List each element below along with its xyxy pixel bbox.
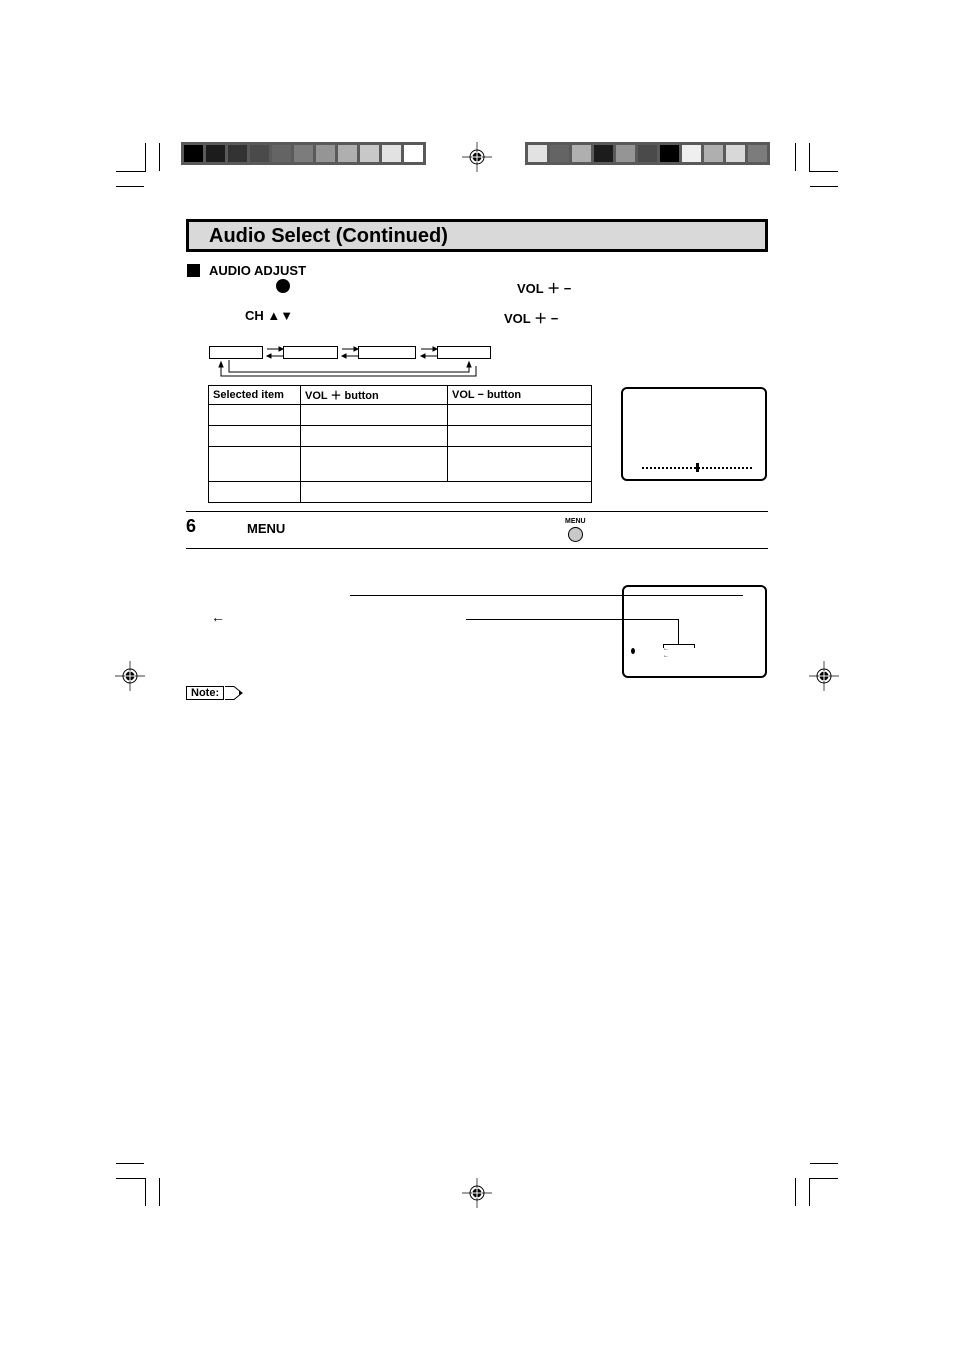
crop-mark	[810, 186, 838, 187]
color-swatch	[550, 145, 569, 162]
button-dot-icon	[276, 279, 290, 293]
color-swatch	[528, 145, 547, 162]
color-swatch	[338, 145, 357, 162]
crop-mark	[809, 1178, 810, 1206]
crop-mark	[795, 143, 796, 171]
color-swatch	[250, 145, 269, 162]
callout-bracket	[663, 644, 664, 648]
table-cell	[447, 446, 592, 482]
color-swatch	[316, 145, 335, 162]
crop-mark	[810, 1163, 838, 1164]
table-row	[208, 404, 592, 426]
note-label-text: Note:	[191, 687, 220, 699]
note-pointer-icon	[225, 686, 243, 700]
crop-mark	[795, 1178, 796, 1206]
vol-buttons-label: VOL ＋ −	[504, 311, 559, 326]
callout-line	[350, 595, 743, 596]
callout-bracket	[694, 644, 695, 648]
step-number: 6	[186, 516, 197, 536]
table-cell	[447, 425, 592, 447]
color-swatch	[572, 145, 591, 162]
menu-button-caption: MENU	[565, 518, 586, 525]
table-cell	[300, 404, 448, 426]
color-swatch	[360, 145, 379, 162]
color-swatch	[726, 145, 745, 162]
page-title-bar: Audio Select (Continued)	[186, 219, 768, 252]
color-swatch	[594, 145, 613, 162]
crop-mark	[159, 143, 160, 171]
arrow-icon: ←	[211, 609, 225, 625]
crop-mark	[809, 143, 810, 171]
table-cell	[300, 481, 592, 503]
menu-button-icon	[568, 527, 583, 542]
callout-bracket	[663, 644, 695, 645]
color-swatch	[638, 145, 657, 162]
cursor-dot-icon	[631, 648, 635, 654]
divider	[186, 511, 768, 512]
color-swatch	[660, 145, 679, 162]
crop-mark	[159, 1178, 160, 1206]
crop-mark	[145, 1178, 146, 1206]
note-label: Note:	[186, 686, 225, 700]
crop-mark	[145, 143, 146, 171]
table-row	[208, 425, 592, 447]
color-swatch	[294, 145, 313, 162]
color-swatch	[748, 145, 767, 162]
section-heading: AUDIO ADJUST	[209, 263, 307, 278]
arrow-icon: ←	[663, 653, 669, 659]
color-swatch	[616, 145, 635, 162]
table-header-row: Selected item VOL ＋ button VOL − button	[208, 385, 592, 405]
color-swatch	[206, 145, 225, 162]
color-calibration-bar-right	[525, 142, 770, 165]
crop-mark	[116, 1178, 146, 1179]
color-swatch	[704, 145, 723, 162]
divider	[186, 548, 768, 549]
callout-line	[678, 619, 679, 644]
table-cell	[208, 446, 301, 482]
color-calibration-bar-left	[181, 142, 426, 165]
table-row	[208, 446, 592, 482]
crop-mark	[116, 1163, 144, 1164]
color-swatch	[382, 145, 401, 162]
table-header-cell: Selected item	[208, 385, 301, 405]
color-swatch	[404, 145, 423, 162]
color-swatch	[184, 145, 203, 162]
crop-mark	[116, 171, 146, 172]
step-menu-label: MENU	[247, 521, 286, 536]
crop-mark	[809, 1178, 838, 1179]
registration-mark-icon	[115, 661, 145, 691]
color-swatch	[228, 145, 247, 162]
crop-mark	[116, 186, 144, 187]
registration-mark-icon	[809, 661, 839, 691]
table-cell	[300, 446, 448, 482]
table-header-cell: VOL − button	[447, 385, 592, 405]
flow-arrows-icon	[218, 346, 477, 377]
page-title: Audio Select (Continued)	[209, 225, 448, 247]
table-row	[208, 481, 592, 503]
vol-buttons-label: VOL ＋ −	[517, 281, 572, 296]
audio-adjust-table: Selected item VOL ＋ button VOL − button	[208, 385, 592, 503]
table-cell	[447, 404, 592, 426]
table-cell	[208, 425, 301, 447]
level-slider-thumb	[696, 463, 699, 472]
registration-mark-icon	[462, 1178, 492, 1208]
callout-line	[466, 619, 679, 620]
color-swatch	[682, 145, 701, 162]
table-cell	[300, 425, 448, 447]
color-swatch	[272, 145, 291, 162]
table-cell	[208, 481, 301, 503]
table-header-cell: VOL ＋ button	[300, 385, 448, 405]
channel-buttons-label: CH ▲▼	[245, 308, 294, 323]
crop-mark	[809, 171, 838, 172]
section-bullet-icon	[187, 264, 200, 277]
registration-mark-icon	[462, 142, 492, 172]
osd-screen-audio-menu: ← ←	[622, 585, 767, 678]
osd-screen-audio-adjust	[621, 387, 767, 481]
table-cell	[208, 404, 301, 426]
